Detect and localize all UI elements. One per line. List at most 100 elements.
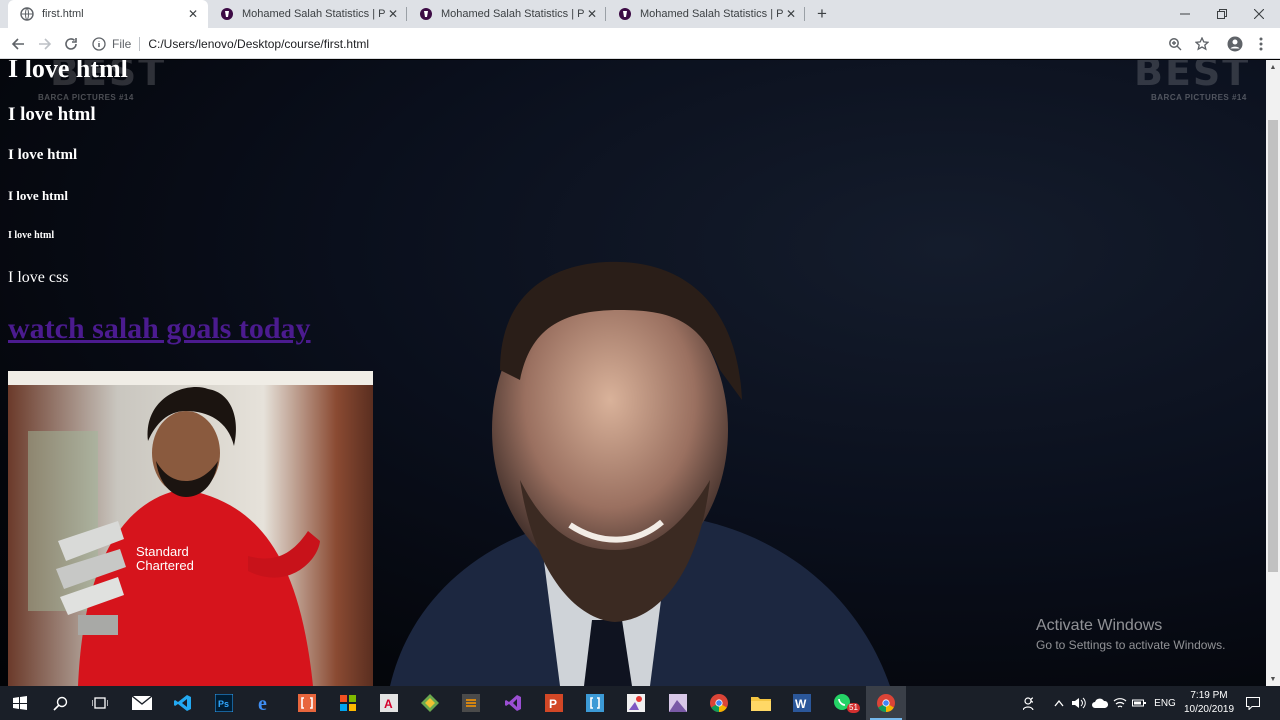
whatsapp-app[interactable]: 51 [823,686,863,720]
bracket-icon [586,694,604,712]
tab-separator [804,7,805,21]
profile-button[interactable] [1226,35,1244,53]
tab-title: Mohamed Salah Statistics | Prem [640,8,784,20]
address-bar[interactable]: File C:/Users/lenovo/Desktop/course/firs… [92,30,1192,57]
zoom-icon [1169,38,1182,51]
brackets-app[interactable] [287,686,327,720]
photoshop-icon: Ps [215,694,233,712]
start-button[interactable] [0,686,40,720]
word-icon: W [793,694,811,712]
premier-league-icon [221,8,233,20]
mail-app[interactable] [122,686,162,720]
tab-first-html[interactable]: first.html ✕ [8,0,208,28]
activation-title: Activate Windows [1036,617,1163,634]
onedrive-button[interactable] [1090,686,1110,720]
language-indicator[interactable]: ENG [1150,686,1180,720]
folder-icon [751,697,771,711]
sublime-app[interactable] [451,686,491,720]
photos-icon [669,694,687,712]
powerpoint-app[interactable]: P [534,686,574,720]
edge-icon: e [258,694,267,712]
watermark-caption-right: BARCA PICTURES #14 [1151,93,1247,102]
tab-salah-stats-1[interactable]: Mohamed Salah Statistics | Prem ✕ [208,0,408,28]
close-tab-icon[interactable]: ✕ [186,7,200,21]
acrobat-icon: A [380,694,398,712]
menu-button[interactable] [1252,35,1270,53]
people-button[interactable] [1020,686,1040,720]
visual-studio-icon [505,695,521,711]
vscode-app[interactable] [163,686,203,720]
zoom-button[interactable] [1166,35,1184,53]
close-tab-icon[interactable]: ✕ [784,7,798,21]
clock[interactable]: 7:19 PM 10/20/2019 [1178,689,1240,717]
tab-strip: first.html ✕ Mohamed Salah Statistics | … [0,0,1280,28]
close-window-button[interactable] [1236,0,1280,28]
back-button[interactable] [9,35,27,53]
action-center-button[interactable] [1240,686,1266,720]
chrome-icon [710,694,728,712]
close-tab-icon[interactable]: ✕ [386,7,400,21]
store-icon [340,695,356,711]
bookmark-button[interactable] [1193,35,1211,53]
tab-title: Mohamed Salah Statistics | Prem [441,8,585,20]
edge-app[interactable]: e [246,686,286,720]
battery-button[interactable] [1130,686,1148,720]
vertical-scrollbar[interactable]: ▲ ▼ [1266,60,1280,686]
arrow-left-icon [11,38,24,50]
salah-photo: Standard Chartered [8,371,373,686]
browser-toolbar: File C:/Users/lenovo/Desktop/course/firs… [0,28,1280,59]
premier-league-icon [619,8,631,20]
heading-1: I love html [8,60,128,83]
svg-text:P: P [549,697,557,711]
svg-text:Chartered: Chartered [136,558,194,573]
heading-3: I love html [8,147,78,163]
info-icon[interactable] [92,36,106,51]
forward-button[interactable] [36,35,54,53]
clock-date: 10/20/2019 [1183,704,1235,715]
acrobat-app[interactable]: A [369,686,409,720]
scroll-down-icon[interactable]: ▼ [1266,672,1280,686]
url-text[interactable]: C:/Users/lenovo/Desktop/course/first.htm… [148,37,369,51]
task-view-button[interactable] [80,686,120,720]
photoshop-app[interactable]: Ps [204,686,244,720]
photos-app[interactable] [658,686,698,720]
scroll-up-icon[interactable]: ▲ [1266,60,1280,74]
chrome-app[interactable] [699,686,739,720]
speaker-icon [1072,697,1086,709]
search-button[interactable] [40,686,80,720]
windows-logo-icon [13,696,27,710]
show-hidden-icons-button[interactable] [1050,686,1068,720]
cloud-icon [1092,698,1108,708]
svg-text:A: A [384,697,393,711]
scrollbar-thumb[interactable] [1268,120,1278,572]
file-explorer-app[interactable] [741,686,781,720]
arrow-right-icon [39,38,52,50]
globe-icon [20,7,34,21]
paint-icon [627,694,645,712]
svg-text:W: W [795,697,807,711]
new-tab-button[interactable]: + [814,5,830,22]
wifi-button[interactable] [1111,686,1129,720]
reload-button[interactable] [62,35,80,53]
salah-goals-link[interactable]: watch salah goals today [8,312,311,346]
star-icon [1195,37,1209,51]
svg-text:Standard: Standard [136,544,189,559]
tab-salah-stats-2[interactable]: Mohamed Salah Statistics | Prem ✕ [407,0,607,28]
heading-5: I love html [8,230,55,241]
close-tab-icon[interactable]: ✕ [585,7,599,21]
git-tool-app[interactable] [410,686,450,720]
minimize-icon [1180,13,1190,15]
scheme-label: File [112,36,132,51]
word-app[interactable]: W [782,686,822,720]
store-app[interactable] [328,686,368,720]
background-portrait [390,261,890,686]
people-icon [1023,697,1034,710]
volume-button[interactable] [1070,686,1088,720]
vscode-icon [174,695,191,711]
paint-app[interactable] [616,686,656,720]
chrome-active-app[interactable] [866,686,906,720]
watermark-text-right: BEST [1134,60,1251,94]
tab-salah-stats-3[interactable]: Mohamed Salah Statistics | Prem ✕ [606,0,806,28]
visual-studio-app[interactable] [493,686,533,720]
bracket-editor-app[interactable] [575,686,615,720]
